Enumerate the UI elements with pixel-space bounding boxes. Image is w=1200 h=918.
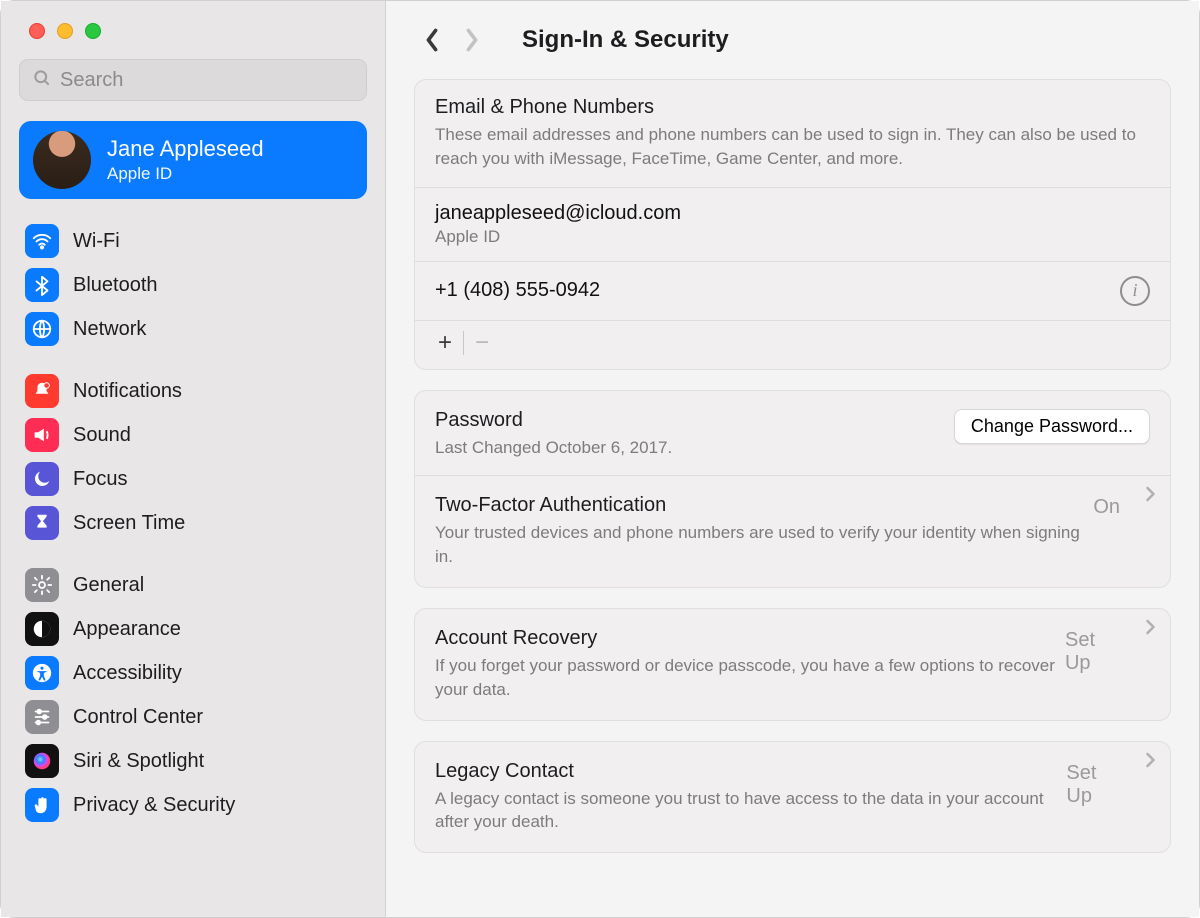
account-recovery-title: Account Recovery [435,627,1065,650]
account-name: Jane Appleseed [107,136,264,162]
email-value: janeappleseed@icloud.com [435,202,681,225]
sidebar: Jane Appleseed Apple ID Wi-Fi Bluetooth Ne… [1,1,386,917]
main: Sign-In & Security Email & Phone Numbers… [386,1,1199,917]
sliders-icon [25,700,59,734]
page-title: Sign-In & Security [522,26,729,54]
sidebar-item-label: Siri & Spotlight [73,750,204,773]
legacy-contact-card: Legacy Contact A legacy contact is someo… [414,741,1171,854]
sidebar-item-label: Control Center [73,706,203,729]
twofa-desc: Your trusted devices and phone numbers a… [435,521,1093,569]
phone-value: +1 (408) 555-0942 [435,279,600,302]
sidebar-item-accessibility[interactable]: Accessibility [19,651,367,695]
sidebar-item-privacy-security[interactable]: Privacy & Security [19,783,367,827]
appearance-icon [25,612,59,646]
back-button[interactable] [412,20,452,60]
email-sub: Apple ID [435,227,681,247]
add-button[interactable]: + [427,327,463,359]
minimize-window-button[interactable] [57,23,73,39]
sidebar-item-label: Privacy & Security [73,794,235,817]
maximize-window-button[interactable] [85,23,101,39]
add-remove-bar: + − [415,321,1170,369]
account-recovery-desc: If you forget your password or device pa… [435,654,1065,702]
window-controls [19,1,367,59]
twofa-title: Two-Factor Authentication [435,494,1093,517]
access-icon [25,656,59,690]
moon-icon [25,462,59,496]
email-phone-desc: These email addresses and phone numbers … [435,123,1150,171]
search-field[interactable] [19,59,367,101]
phone-row[interactable]: +1 (408) 555-0942 i [415,262,1170,320]
legacy-contact-row[interactable]: Legacy Contact A legacy contact is someo… [415,742,1170,853]
globe-icon [25,312,59,346]
sidebar-item-label: Sound [73,424,131,447]
remove-button: − [464,327,500,359]
close-window-button[interactable] [29,23,45,39]
sidebar-item-appearance[interactable]: Appearance [19,607,367,651]
content: Email & Phone Numbers These email addres… [386,79,1199,917]
hourglass-icon [25,506,59,540]
bell-icon [25,374,59,408]
sidebar-item-label: Bluetooth [73,274,158,297]
sidebar-item-bluetooth[interactable]: Bluetooth [19,263,367,307]
sidebar-item-notifications[interactable]: Notifications [19,369,367,413]
twofa-status: On [1093,496,1120,519]
chevron-right-icon [1145,486,1156,507]
search-icon [32,68,60,93]
sidebar-item-focus[interactable]: Focus [19,457,367,501]
legacy-contact-desc: A legacy contact is someone you trust to… [435,787,1066,835]
sidebar-item-label: Appearance [73,618,181,641]
sidebar-item-network[interactable]: Network [19,307,367,351]
siri-icon [25,744,59,778]
change-password-button[interactable]: Change Password... [954,409,1150,444]
twofa-row[interactable]: Two-Factor Authentication Your trusted d… [415,476,1170,587]
chevron-right-icon [1145,752,1156,773]
wifi-icon [25,224,59,258]
account-sub: Apple ID [107,164,264,184]
sidebar-item-label: Focus [73,468,127,491]
search-input[interactable] [60,69,354,92]
legacy-contact-status: Set Up [1066,762,1120,808]
sidebar-item-siri-spotlight[interactable]: Siri & Spotlight [19,739,367,783]
hand-icon [25,788,59,822]
sidebar-item-label: Screen Time [73,512,185,535]
legacy-contact-title: Legacy Contact [435,760,1066,783]
sidebar-item-screen-time[interactable]: Screen Time [19,501,367,545]
chevron-right-icon [1145,619,1156,640]
password-card: Password Last Changed October 6, 2017. C… [414,390,1171,588]
forward-button [452,20,492,60]
toolbar: Sign-In & Security [386,1,1199,79]
account-recovery-card: Account Recovery If you forget your pass… [414,608,1171,721]
sidebar-item-general[interactable]: General [19,563,367,607]
password-title: Password [435,409,672,432]
email-phone-card: Email & Phone Numbers These email addres… [414,79,1171,370]
sidebar-item-sound[interactable]: Sound [19,413,367,457]
account-recovery-status: Set Up [1065,629,1120,675]
sidebar-item-label: Accessibility [73,662,182,685]
speaker-icon [25,418,59,452]
sidebar-item-wi-fi[interactable]: Wi-Fi [19,219,367,263]
email-phone-title: Email & Phone Numbers [435,96,1150,119]
email-row[interactable]: janeappleseed@icloud.com Apple ID [415,188,1170,261]
gear-icon [25,568,59,602]
sidebar-item-label: Network [73,318,146,341]
account-recovery-row[interactable]: Account Recovery If you forget your pass… [415,609,1170,720]
sidebar-item-label: Notifications [73,380,182,403]
avatar [33,131,91,189]
bluetooth-icon [25,268,59,302]
sidebar-item-control-center[interactable]: Control Center [19,695,367,739]
sidebar-item-label: General [73,574,144,597]
sidebar-item-label: Wi-Fi [73,230,120,253]
sidebar-item-appleid[interactable]: Jane Appleseed Apple ID [19,121,367,199]
info-icon[interactable]: i [1120,276,1150,306]
password-desc: Last Changed October 6, 2017. [435,436,672,460]
